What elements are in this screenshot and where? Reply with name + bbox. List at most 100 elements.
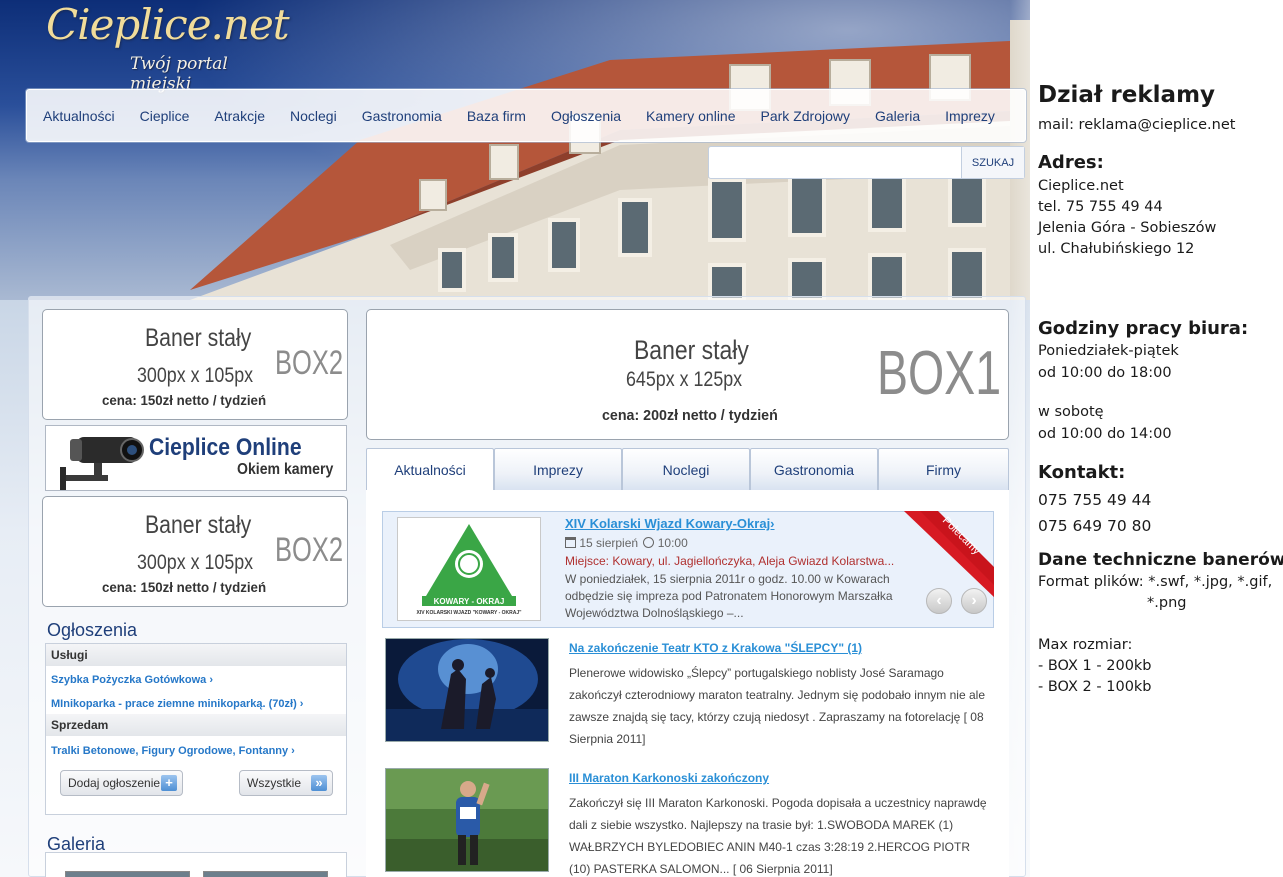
nav-item-kamery-online[interactable]: Kamery online	[646, 108, 736, 124]
tab-aktualnosci[interactable]: Aktualności	[366, 448, 494, 491]
nav-item-imprezy[interactable]: Imprezy	[945, 108, 995, 124]
tab-gastronomia[interactable]: Gastronomia	[750, 448, 878, 490]
address-line: tel. 75 755 49 44	[1038, 199, 1163, 215]
banner-box2-bottom[interactable]: Baner stały 300px x 105px cena: 150zł ne…	[42, 496, 348, 607]
banner-box1[interactable]: Baner stały 645px x 125px cena: 200zł ne…	[366, 309, 1009, 440]
banner-label: BOX2	[275, 344, 344, 382]
address-line: ul. Chałubińskiego 12	[1038, 241, 1195, 257]
all-classifieds-label: Wszystkie	[247, 776, 301, 790]
news-title[interactable]: III Maraton Karkonoski zakończony	[569, 771, 769, 785]
featured-event-title[interactable]: XIV Kolarski Wjazd Kowary-Okraj›	[565, 516, 775, 531]
nav-item-baza-firm[interactable]: Baza firm	[467, 108, 526, 124]
banner-size: 645px x 125px	[626, 368, 743, 391]
event-logo-caption: XIV KOLARSKI WJAZD "KOWARY - OKRAJ"	[416, 610, 522, 616]
office-hours-line: od 10:00 do 14:00	[1038, 426, 1172, 442]
classifieds-category: Sprzedam	[46, 714, 346, 736]
tech-specs-line: Format plików: *.swf, *.jpg, *.gif,	[1038, 574, 1273, 590]
office-hours-line: od 10:00 do 18:00	[1038, 365, 1172, 381]
double-arrow-icon: »	[311, 775, 327, 791]
classified-link[interactable]: Tralki Betonowe, Figury Ogrodowe, Fontan…	[51, 745, 295, 757]
webcam-banner[interactable]: Cieplice Online Okiem kamery	[45, 425, 347, 491]
featured-event-place: Miejsce: Kowary, ul. Jagiellończyka, Ale…	[565, 554, 895, 568]
event-logo-image: KOWARY - OKRAJ XIV KOLARSKI WJAZD "KOWAR…	[398, 518, 540, 620]
address-heading: Adres:	[1038, 152, 1104, 173]
add-classified-button[interactable]: Dodaj ogłoszenie +	[60, 770, 183, 796]
banner-box2-top[interactable]: Baner stały 300px x 105px cena: 150zł ne…	[42, 309, 348, 420]
tech-specs-line: *.png	[1147, 595, 1187, 611]
add-classified-label: Dodaj ogłoszenie	[68, 776, 161, 790]
classifieds-title: Ogłoszenia	[47, 620, 138, 640]
webcam-banner-subtitle: Okiem kamery	[237, 461, 334, 478]
event-date: 15 sierpień	[579, 536, 639, 550]
recommended-ribbon: Polecamy	[904, 511, 994, 597]
tech-specs-line: - BOX 2 - 100kb	[1038, 679, 1152, 695]
site-logo[interactable]: Cieplice.net Twój portal miejski	[46, 0, 290, 94]
main-nav: Aktualności Cieplice Atrakcje Noclegi Ga…	[26, 89, 1026, 142]
tab-imprezy[interactable]: Imprezy	[494, 448, 622, 490]
gallery-box	[45, 852, 347, 877]
classifieds-category: Usługi	[46, 644, 346, 666]
nav-item-galeria[interactable]: Galeria	[875, 108, 920, 124]
banner-label: BOX2	[275, 531, 344, 569]
contact-heading: Kontakt:	[1038, 462, 1126, 483]
search-input[interactable]	[709, 147, 961, 178]
calendar-icon	[565, 537, 576, 548]
event-time: 10:00	[657, 536, 688, 550]
banner-title: Baner stały	[145, 324, 252, 352]
address-line: Cieplice.net	[1038, 178, 1124, 194]
news-description: Zakończył się III Maraton Karkonoski. Po…	[569, 796, 987, 876]
logo-main-text: Cieplice.net	[46, 0, 290, 49]
nav-item-noclegi[interactable]: Noclegi	[290, 108, 337, 124]
banner-size: 300px x 105px	[137, 551, 254, 574]
banner-title: Baner stały	[634, 335, 749, 365]
classifieds-box: Usługi Szybka Pożyczka Gotówkowa › MInik…	[45, 643, 347, 815]
gallery-thumbnail[interactable]	[65, 871, 190, 877]
nav-item-aktualnosci[interactable]: Aktualności	[43, 108, 115, 124]
logo-tagline: Twój portal miejski	[130, 54, 228, 94]
classified-link[interactable]: MInikoparka - prace ziemne minikoparką. …	[51, 698, 303, 710]
search-bar: SZUKAJ	[708, 146, 1025, 179]
webcam-banner-title: Cieplice Online	[149, 434, 302, 461]
office-hours-line: w sobotę	[1038, 404, 1104, 420]
search-button[interactable]: SZUKAJ	[961, 147, 1024, 178]
contact-phone: 075 755 49 44	[1038, 491, 1152, 509]
tab-noclegi[interactable]: Noclegi	[622, 448, 750, 490]
banner-price: cena: 150zł netto / tydzień	[102, 392, 267, 408]
plus-icon: +	[161, 775, 177, 791]
featured-event-datetime: 15 sierpień 10:00	[565, 536, 688, 550]
event-logo-text: KOWARY - OKRAJ	[434, 597, 505, 606]
featured-event: KOWARY - OKRAJ XIV KOLARSKI WJAZD "KOWAR…	[382, 511, 994, 628]
office-hours-heading: Godziny pracy biura:	[1038, 318, 1249, 339]
classified-link[interactable]: Szybka Pożyczka Gotówkowa ›	[51, 674, 213, 686]
gallery-thumbnail[interactable]	[203, 871, 328, 877]
tech-specs-line: Max rozmiar:	[1038, 637, 1133, 653]
marathon-photo	[386, 769, 548, 871]
banner-price: cena: 150zł netto / tydzień	[102, 579, 267, 595]
clock-icon	[643, 537, 655, 548]
ad-panel-heading: Dział reklamy	[1038, 82, 1216, 108]
ad-email: mail: reklama@cieplice.net	[1038, 117, 1236, 133]
contact-phone: 075 649 70 80	[1038, 517, 1152, 535]
news-thumbnail[interactable]	[385, 638, 549, 742]
nav-item-gastronomia[interactable]: Gastronomia	[362, 108, 442, 124]
office-hours-line: Poniedziałek-piątek	[1038, 343, 1179, 359]
tech-specs-heading: Dane techniczne banerów:	[1038, 550, 1283, 570]
news-thumbnail[interactable]	[385, 768, 549, 872]
news-title[interactable]: Na zakończenie Teatr KTO z Krakowa "ŚLEP…	[569, 641, 862, 655]
banner-title: Baner stały	[145, 511, 252, 539]
content-tabs: Aktualności Imprezy Noclegi Gastronomia …	[366, 448, 1009, 491]
banner-price: cena: 200zł netto / tydzień	[602, 407, 778, 424]
banner-size: 300px x 105px	[137, 364, 254, 387]
address-line: Jelenia Góra - Sobieszów	[1038, 220, 1217, 236]
news-item: Na zakończenie Teatr KTO z Krakowa "ŚLEP…	[385, 638, 1005, 748]
all-classifieds-button[interactable]: Wszystkie »	[239, 770, 333, 796]
nav-item-ogloszenia[interactable]: Ogłoszenia	[551, 108, 621, 124]
banner-label: BOX1	[877, 339, 1002, 408]
tab-firmy[interactable]: Firmy	[878, 448, 1009, 490]
tech-specs-line: - BOX 1 - 200kb	[1038, 658, 1152, 674]
camera-icon	[60, 437, 144, 490]
featured-event-thumbnail[interactable]: KOWARY - OKRAJ XIV KOLARSKI WJAZD "KOWAR…	[397, 517, 541, 621]
nav-item-park-zdrojowy[interactable]: Park Zdrojowy	[761, 108, 850, 124]
nav-item-cieplice[interactable]: Cieplice	[140, 108, 190, 124]
nav-item-atrakcje[interactable]: Atrakcje	[214, 108, 265, 124]
